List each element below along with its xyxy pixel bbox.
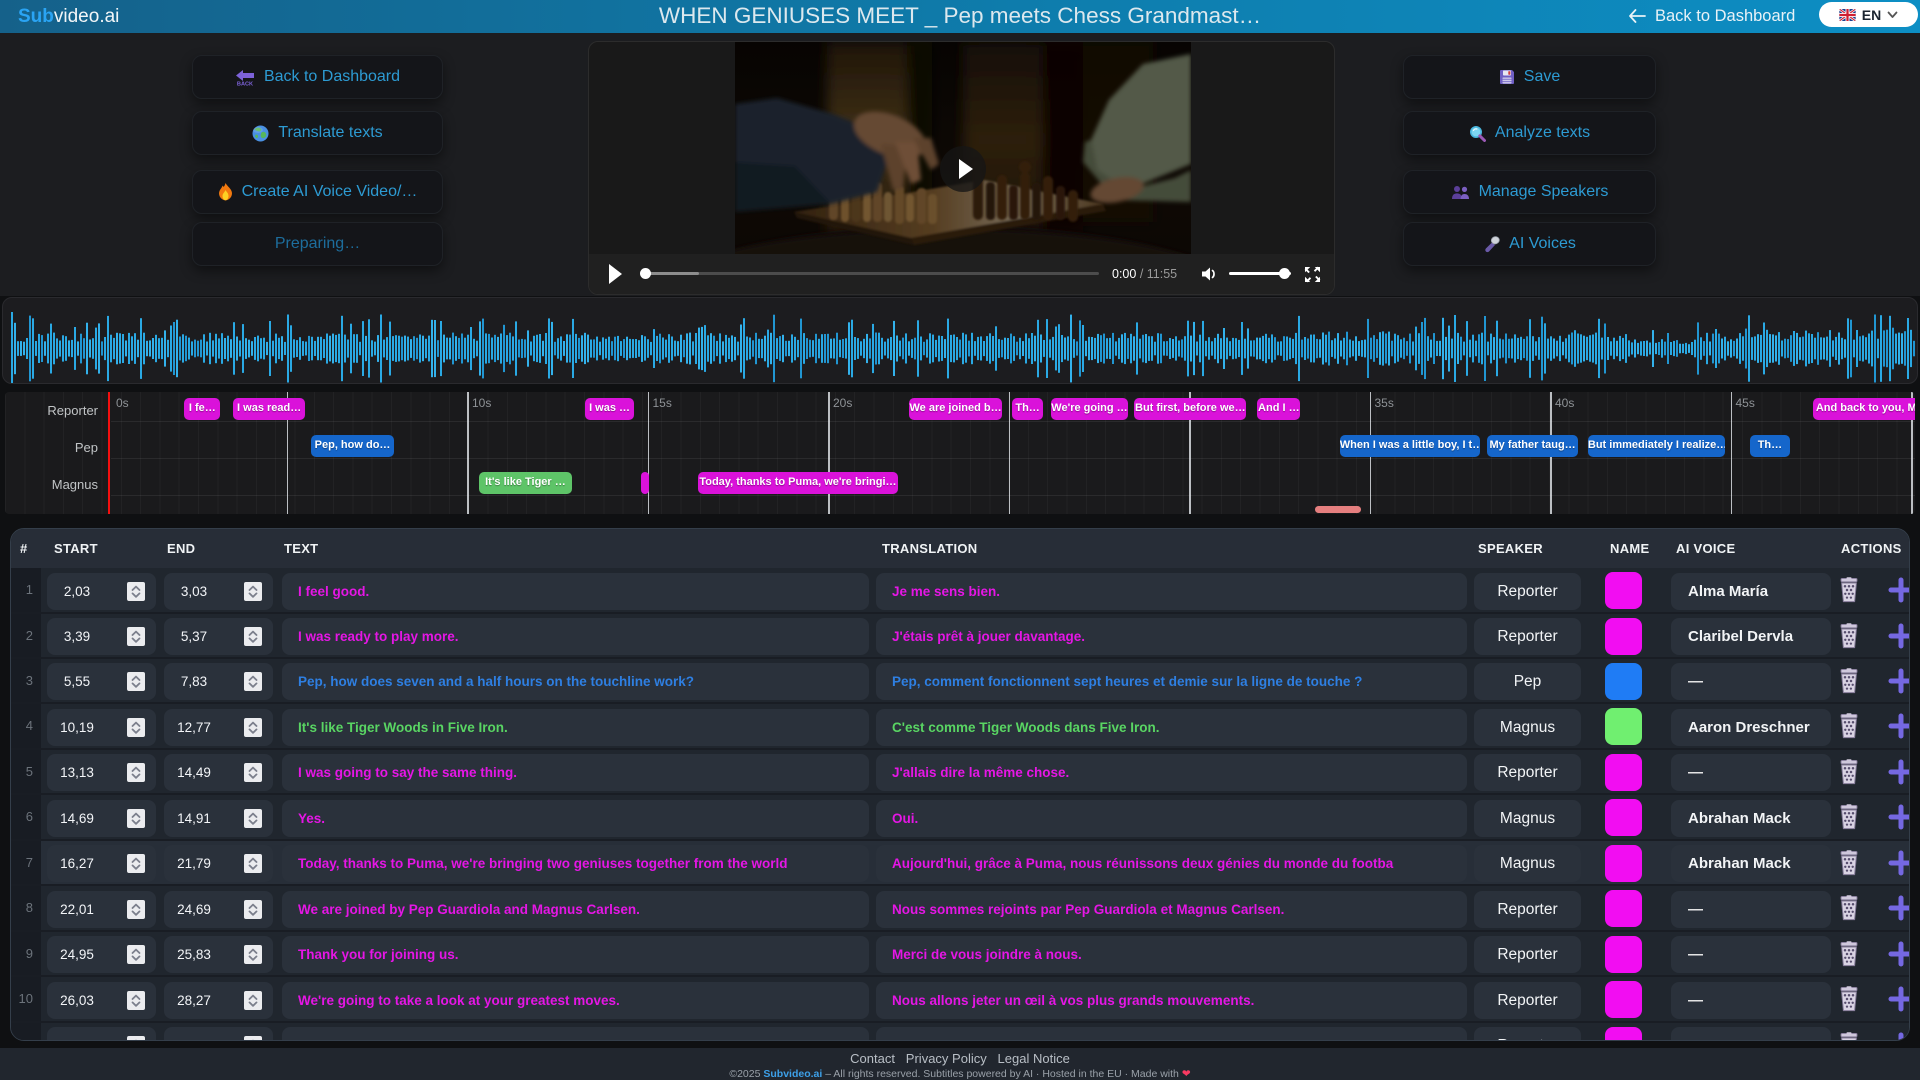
svg-text:BACK: BACK bbox=[237, 81, 253, 85]
